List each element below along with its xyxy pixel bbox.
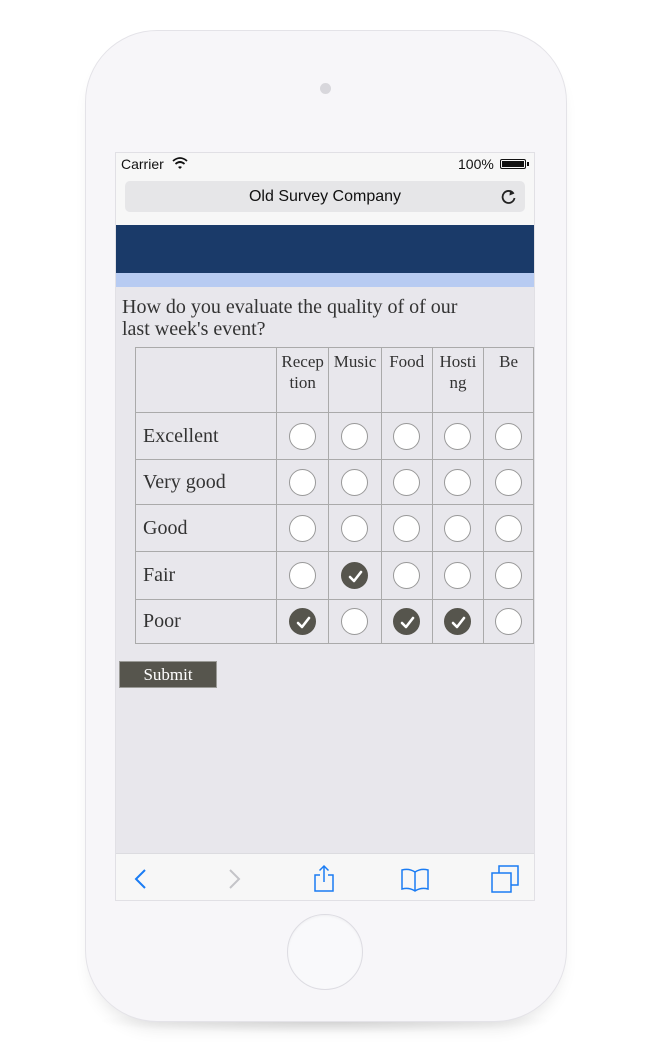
matrix-corner	[134, 347, 278, 413]
tabs-icon[interactable]	[490, 864, 520, 894]
matrix-cell	[483, 459, 534, 505]
matrix-cell	[328, 599, 382, 644]
radio-button[interactable]	[393, 422, 421, 450]
radio-button[interactable]	[495, 514, 523, 542]
home-button[interactable]	[287, 914, 363, 990]
row-label: Fair	[134, 551, 278, 600]
matrix-cell	[483, 599, 534, 644]
battery-percent: 100%	[458, 156, 494, 172]
radio-button[interactable]	[341, 422, 369, 450]
radio-button[interactable]	[341, 608, 369, 635]
header-stripe	[116, 273, 534, 287]
matrix-cell	[328, 504, 382, 552]
site-header	[116, 225, 534, 273]
matrix-cell	[328, 459, 382, 505]
matrix-cell	[431, 459, 485, 505]
radio-button[interactable]	[289, 468, 317, 496]
column-header: Be	[483, 347, 534, 413]
matrix-cell	[483, 504, 534, 552]
checkmark-icon	[400, 616, 415, 629]
column-header: Music	[328, 347, 382, 413]
checkmark-icon	[349, 570, 363, 583]
radio-button[interactable]	[495, 422, 523, 450]
matrix-row: Very good	[134, 459, 534, 505]
radio-button[interactable]	[393, 514, 421, 542]
matrix-cell	[380, 412, 433, 460]
radio-button[interactable]	[495, 562, 523, 589]
address-area: Old Survey Company	[116, 175, 534, 225]
matrix-row: Poor	[134, 599, 534, 644]
checkmark-icon	[296, 616, 311, 629]
carrier-label: Carrier	[121, 156, 164, 172]
radio-button-checked[interactable]	[289, 608, 317, 635]
row-label: Excellent	[134, 412, 278, 460]
survey-question: How do you evaluate the quality of of ou…	[122, 296, 458, 340]
share-icon[interactable]	[309, 864, 339, 894]
address-bar[interactable]: Old Survey Company	[125, 181, 525, 212]
matrix-cell	[276, 412, 330, 460]
matrix-cell	[328, 551, 382, 600]
column-header: Food	[380, 347, 433, 413]
radio-button[interactable]	[393, 468, 421, 496]
matrix-cell	[276, 551, 330, 600]
matrix-cell	[276, 504, 330, 552]
matrix-cell	[380, 459, 433, 505]
radio-button-checked[interactable]	[393, 608, 421, 635]
column-header: Hosti ng	[431, 347, 485, 413]
matrix-cell	[483, 551, 534, 600]
matrix-cell	[431, 551, 485, 600]
radio-button-checked[interactable]	[341, 562, 369, 589]
radio-button[interactable]	[495, 608, 523, 635]
matrix-cell	[431, 412, 485, 460]
matrix-cell	[380, 504, 433, 552]
radio-button[interactable]	[393, 562, 421, 589]
radio-button-checked[interactable]	[444, 608, 472, 635]
radio-button[interactable]	[289, 562, 317, 589]
radio-button[interactable]	[495, 468, 523, 496]
submit-button[interactable]: Submit	[119, 661, 217, 688]
row-label: Poor	[134, 599, 278, 644]
page-title: Old Survey Company	[248, 188, 402, 205]
checkmark-icon	[452, 616, 466, 629]
wifi-icon	[172, 157, 188, 169]
radio-button[interactable]	[444, 562, 472, 589]
battery-icon	[500, 159, 529, 169]
radio-button[interactable]	[289, 514, 317, 542]
matrix-cell	[276, 599, 330, 644]
radio-button[interactable]	[444, 514, 472, 542]
row-label: Good	[134, 504, 278, 552]
forward-icon[interactable]	[219, 864, 249, 894]
matrix-cell	[380, 599, 433, 644]
matrix-cell	[380, 551, 433, 600]
column-header: Recep tion	[276, 347, 330, 413]
matrix-header-row: Recep tion Music Food Hosti ng Be	[134, 347, 534, 413]
radio-button[interactable]	[341, 468, 369, 496]
bookmarks-icon[interactable]	[400, 864, 430, 894]
matrix-cell	[483, 412, 534, 460]
browser-toolbar	[116, 853, 534, 900]
matrix-row: Excellent	[134, 412, 534, 460]
front-camera	[320, 83, 331, 94]
radio-button[interactable]	[289, 422, 317, 450]
reload-icon[interactable]	[500, 188, 517, 205]
back-icon[interactable]	[126, 864, 156, 894]
radio-button[interactable]	[341, 514, 369, 542]
radio-button[interactable]	[444, 468, 472, 496]
matrix-cell	[328, 412, 382, 460]
radio-button[interactable]	[444, 422, 472, 450]
screen: Carrier 100% Old Survey Company How do y…	[115, 152, 535, 901]
rating-matrix: Recep tion Music Food Hosti ng Be Excellent V…	[134, 347, 534, 644]
matrix-row: Good	[134, 504, 534, 552]
matrix-row: Fair	[134, 551, 534, 600]
row-label: Very good	[134, 459, 278, 505]
matrix-cell	[431, 504, 485, 552]
matrix-cell	[431, 599, 485, 644]
matrix-cell	[276, 459, 330, 505]
status-bar: Carrier 100%	[116, 153, 534, 175]
